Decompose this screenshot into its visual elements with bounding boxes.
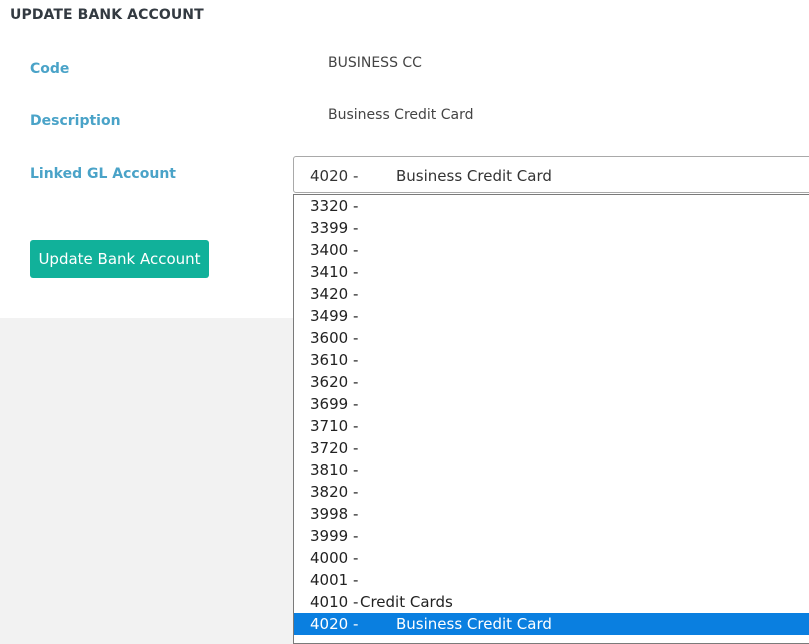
page-title: UPDATE BANK ACCOUNT xyxy=(10,7,204,23)
option-code: 3620 - xyxy=(310,373,359,391)
option-code: 3499 - xyxy=(310,307,359,325)
dropdown-option[interactable]: 3410 - xyxy=(294,261,809,283)
selected-gl-name: Business Credit Card xyxy=(396,167,552,185)
dropdown-option[interactable]: 3720 - xyxy=(294,437,809,459)
dropdown-option[interactable]: 3810 - xyxy=(294,459,809,481)
dropdown-option[interactable]: 3999 - xyxy=(294,525,809,547)
dropdown-option[interactable]: 4000 - xyxy=(294,547,809,569)
option-code: 3600 - xyxy=(310,329,359,347)
option-code: 3699 - xyxy=(310,395,359,413)
dropdown-option-selected[interactable]: 4020 - Business Credit Card xyxy=(294,613,809,635)
option-code: 3410 - xyxy=(310,263,359,281)
option-code: 4020 - xyxy=(310,615,359,633)
linked-gl-account-select[interactable]: 4020 - Business Credit Card xyxy=(293,156,809,193)
dropdown-option[interactable]: 3399 - xyxy=(294,217,809,239)
dropdown-option[interactable]: 3320 - xyxy=(294,195,809,217)
dropdown-option[interactable]: 3710 - xyxy=(294,415,809,437)
option-code: 3399 - xyxy=(310,219,359,237)
option-code: 3820 - xyxy=(310,483,359,501)
dropdown-option[interactable]: 3820 - xyxy=(294,481,809,503)
option-code: 4000 - xyxy=(310,549,359,567)
linked-gl-account-label: Linked GL Account xyxy=(30,166,176,182)
dropdown-option[interactable]: 3600 - xyxy=(294,327,809,349)
option-code: 3810 - xyxy=(310,461,359,479)
option-code: 3710 - xyxy=(310,417,359,435)
option-name: Credit Cards xyxy=(360,593,453,611)
code-value: BUSINESS CC xyxy=(328,55,422,71)
dropdown-option[interactable]: 3699 - xyxy=(294,393,809,415)
option-code: 3320 - xyxy=(310,197,359,215)
update-bank-account-button[interactable]: Update Bank Account xyxy=(30,240,209,278)
gl-account-dropdown-list[interactable]: 3320 - 3399 - 3400 - 3410 - 3420 - 3499 … xyxy=(293,194,809,644)
option-name: Business Credit Card xyxy=(396,615,552,633)
dropdown-option[interactable]: 4001 - xyxy=(294,569,809,591)
option-code: 3610 - xyxy=(310,351,359,369)
option-code: 3998 - xyxy=(310,505,359,523)
option-code: 3420 - xyxy=(310,285,359,303)
option-code: 4010 - xyxy=(310,593,359,611)
dropdown-option[interactable]: 4010 - Credit Cards xyxy=(294,591,809,613)
option-code: 4001 - xyxy=(310,571,359,589)
code-label: Code xyxy=(30,61,70,77)
dropdown-option[interactable]: 3620 - xyxy=(294,371,809,393)
description-value: Business Credit Card xyxy=(328,107,474,123)
dropdown-option[interactable]: 3400 - xyxy=(294,239,809,261)
dropdown-option[interactable]: 3998 - xyxy=(294,503,809,525)
dropdown-option[interactable]: 3420 - xyxy=(294,283,809,305)
dropdown-option[interactable]: 3499 - xyxy=(294,305,809,327)
option-code: 3400 - xyxy=(310,241,359,259)
description-label: Description xyxy=(30,113,121,129)
option-code: 3720 - xyxy=(310,439,359,457)
selected-gl-code: 4020 - xyxy=(310,167,359,185)
option-code: 3999 - xyxy=(310,527,359,545)
dropdown-option[interactable]: 3610 - xyxy=(294,349,809,371)
